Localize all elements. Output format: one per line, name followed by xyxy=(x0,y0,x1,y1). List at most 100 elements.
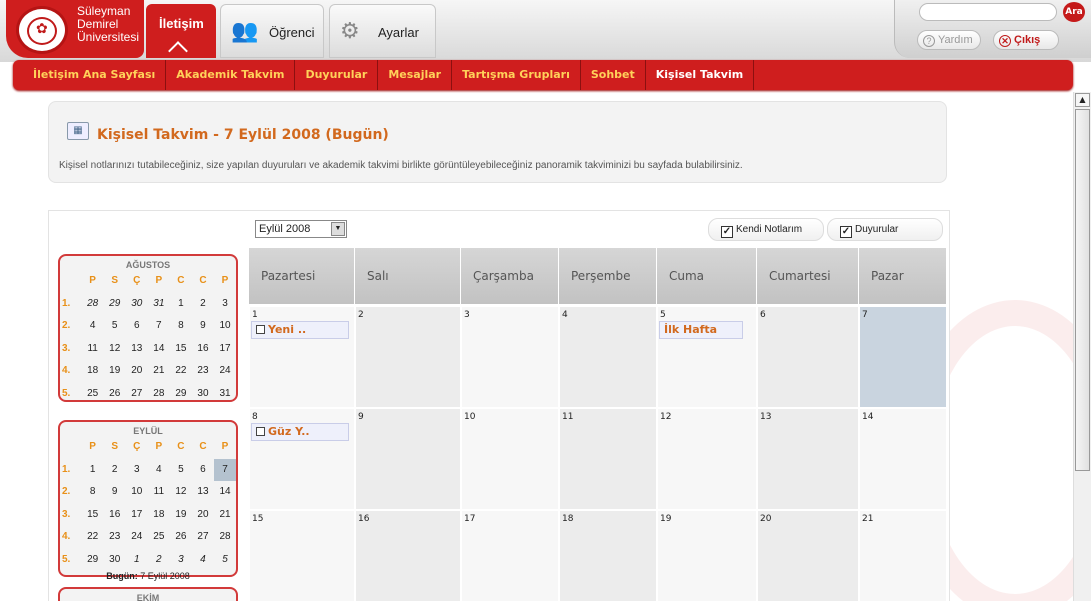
nav-item-sohbet[interactable]: Sohbet xyxy=(581,60,646,90)
day-cell[interactable]: 10 xyxy=(461,408,559,510)
mini-calendar-day[interactable]: 30 xyxy=(104,549,126,572)
mini-calendar-day[interactable]: 21 xyxy=(148,360,170,383)
mini-calendar-day[interactable]: 7 xyxy=(213,458,237,481)
mini-calendar-day[interactable]: 23 xyxy=(104,526,126,549)
mini-calendar-title[interactable]: EKİM xyxy=(60,593,236,601)
mini-calendar-day[interactable]: 10 xyxy=(214,315,236,338)
nav-item-duyurular[interactable]: Duyurular xyxy=(295,60,379,90)
mini-calendar-day[interactable]: 30 xyxy=(126,293,148,316)
mini-calendar-day[interactable]: 31 xyxy=(214,383,236,406)
scroll-thumb[interactable] xyxy=(1075,109,1090,471)
mini-calendar-day[interactable]: 18 xyxy=(148,504,170,527)
mini-calendar-day[interactable]: 23 xyxy=(192,360,214,383)
nav-item-mesajlar[interactable]: Mesajlar xyxy=(378,60,453,90)
mini-calendar-day[interactable]: 3 xyxy=(170,549,192,572)
nav-item-akademik-takvim[interactable]: Akademik Takvim xyxy=(166,60,296,90)
mini-calendar-day[interactable]: 3 xyxy=(126,459,148,482)
mini-calendar-day[interactable]: 29 xyxy=(170,383,192,406)
mini-calendar-day[interactable]: 2 xyxy=(104,459,126,482)
mini-calendar-day[interactable]: 26 xyxy=(170,526,192,549)
mini-calendar-day[interactable]: 19 xyxy=(170,504,192,527)
mini-calendar-day[interactable]: 20 xyxy=(126,360,148,383)
event-checkbox[interactable] xyxy=(256,325,265,334)
mini-calendar-day[interactable]: 7 xyxy=(148,315,170,338)
mini-calendar-day[interactable]: 29 xyxy=(82,549,104,572)
filter-announcements[interactable]: ✓ Duyurular xyxy=(827,218,943,241)
mini-calendar-day[interactable]: 2 xyxy=(192,293,214,316)
scrollbar[interactable]: ▲ xyxy=(1073,92,1091,601)
mini-calendar-day[interactable]: 24 xyxy=(214,360,236,383)
day-cell[interactable]: 6 xyxy=(757,306,859,408)
mini-calendar-day[interactable]: 21 xyxy=(214,504,236,527)
mini-calendar-day[interactable]: 1 xyxy=(170,293,192,316)
week-number[interactable]: 2. xyxy=(60,481,82,504)
week-number[interactable]: 5. xyxy=(60,383,82,406)
nav-item-tartisma-gruplari[interactable]: Tartışma Grupları xyxy=(452,60,581,90)
mini-calendar-day[interactable]: 4 xyxy=(148,459,170,482)
day-cell[interactable]: 19 xyxy=(657,510,757,601)
search-button[interactable]: Ara xyxy=(1063,2,1085,22)
mini-calendar-day[interactable]: 10 xyxy=(126,481,148,504)
mini-calendar-day[interactable]: 30 xyxy=(192,383,214,406)
week-number[interactable]: 1. xyxy=(60,293,82,316)
scroll-up-icon[interactable]: ▲ xyxy=(1075,93,1090,107)
mini-calendar-day[interactable]: 16 xyxy=(104,504,126,527)
tab-ayarlar[interactable]: ⚙ Ayarlar xyxy=(329,4,436,58)
brand-area[interactable]: ✿ Süleyman Demirel Üniversitesi xyxy=(6,0,144,58)
event-checkbox[interactable] xyxy=(256,427,265,436)
mini-calendar-title[interactable]: AĞUSTOS xyxy=(60,260,236,270)
mini-calendar-day[interactable]: 26 xyxy=(104,383,126,406)
day-cell[interactable]: 9 xyxy=(355,408,461,510)
mini-calendar-day[interactable]: 15 xyxy=(82,504,104,527)
mini-calendar-day[interactable]: 2 xyxy=(148,549,170,572)
week-number[interactable]: 2. xyxy=(60,315,82,338)
week-number[interactable]: 4. xyxy=(60,360,82,383)
mini-calendar-day[interactable]: 3 xyxy=(214,293,236,316)
mini-calendar-day[interactable]: 27 xyxy=(126,383,148,406)
mini-calendar-day[interactable]: 15 xyxy=(170,338,192,361)
own-notes-checkbox[interactable]: ✓ xyxy=(721,226,733,238)
help-button[interactable]: ? Yardım xyxy=(917,30,981,50)
day-cell[interactable]: 12 xyxy=(657,408,757,510)
mini-calendar-day[interactable]: 14 xyxy=(148,338,170,361)
mini-calendar-day[interactable]: 9 xyxy=(104,481,126,504)
mini-calendar-day[interactable]: 6 xyxy=(126,315,148,338)
mini-calendar-day[interactable]: 27 xyxy=(192,526,214,549)
mini-calendar-day[interactable]: 25 xyxy=(82,383,104,406)
calendar-event[interactable]: Güz Y.. xyxy=(251,423,349,441)
mini-calendar-day[interactable]: 8 xyxy=(82,481,104,504)
day-cell[interactable]: 18 xyxy=(559,510,657,601)
week-number[interactable]: 1. xyxy=(60,459,82,482)
mini-calendar-title[interactable]: EYLÜL xyxy=(60,426,236,436)
mini-calendar-day[interactable]: 28 xyxy=(82,293,104,316)
mini-calendar-day[interactable]: 5 xyxy=(104,315,126,338)
mini-calendar-day[interactable]: 12 xyxy=(104,338,126,361)
calendar-event[interactable]: İlk Hafta xyxy=(659,321,743,339)
day-cell[interactable]: 15 xyxy=(249,510,355,601)
mini-calendar-day[interactable]: 16 xyxy=(192,338,214,361)
day-cell[interactable]: 13 xyxy=(757,408,859,510)
mini-calendar-day[interactable]: 22 xyxy=(170,360,192,383)
mini-calendar-day[interactable]: 12 xyxy=(170,481,192,504)
mini-calendar-day[interactable]: 6 xyxy=(192,459,214,482)
day-cell[interactable]: 21 xyxy=(859,510,947,601)
mini-calendar-day[interactable]: 11 xyxy=(148,481,170,504)
day-cell[interactable]: 11 xyxy=(559,408,657,510)
mini-calendar-day[interactable]: 4 xyxy=(192,549,214,572)
mini-calendar-day[interactable]: 13 xyxy=(126,338,148,361)
calendar-event[interactable]: Yeni .. xyxy=(251,321,349,339)
day-cell[interactable]: 4 xyxy=(559,306,657,408)
mini-calendar-day[interactable]: 17 xyxy=(214,338,236,361)
day-cell[interactable]: 3 xyxy=(461,306,559,408)
mini-calendar-day[interactable]: 19 xyxy=(104,360,126,383)
mini-calendar-day[interactable]: 24 xyxy=(126,526,148,549)
mini-calendar-day[interactable]: 29 xyxy=(104,293,126,316)
day-cell[interactable]: 16 xyxy=(355,510,461,601)
week-number[interactable]: 4. xyxy=(60,526,82,549)
mini-calendar-day[interactable]: 1 xyxy=(126,549,148,572)
mini-calendar-day[interactable]: 18 xyxy=(82,360,104,383)
mini-calendar-day[interactable]: 9 xyxy=(192,315,214,338)
mini-calendar-day[interactable]: 8 xyxy=(170,315,192,338)
mini-calendar-day[interactable]: 4 xyxy=(82,315,104,338)
day-cell[interactable]: 2 xyxy=(355,306,461,408)
